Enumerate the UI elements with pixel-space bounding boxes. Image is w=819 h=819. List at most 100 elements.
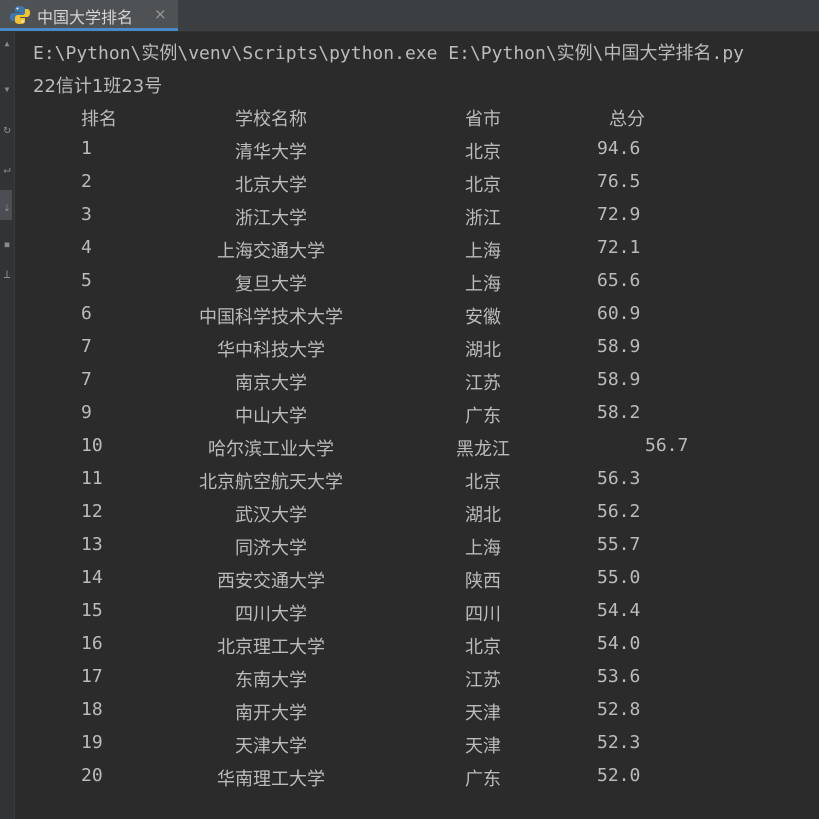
row-score: 52.8 xyxy=(597,699,641,720)
scroll-to-end-icon[interactable]: ⇣ xyxy=(0,200,14,214)
tab-run-output[interactable]: 中国大学排名 × xyxy=(0,0,178,31)
row-school-name: 西安交通大学 xyxy=(217,571,325,592)
row-school-name: 南开大学 xyxy=(235,703,307,724)
row-school-name: 中国科学技术大学 xyxy=(199,307,343,328)
scroll-down-icon[interactable]: ▾ xyxy=(0,82,14,96)
header-rank: 排名 xyxy=(81,109,117,130)
row-school-name: 南京大学 xyxy=(235,373,307,394)
row-rank: 15 xyxy=(81,600,103,621)
row-score: 56.2 xyxy=(597,501,641,522)
row-school-name: 四川大学 xyxy=(235,604,307,625)
header-score: 总分 xyxy=(609,109,645,130)
row-school-name: 东南大学 xyxy=(235,670,307,691)
row-province: 天津 xyxy=(465,736,501,757)
row-rank: 9 xyxy=(81,402,92,423)
row-school-name: 北京大学 xyxy=(235,175,307,196)
row-province: 广东 xyxy=(465,769,501,790)
row-score: 56.7 xyxy=(645,435,689,456)
tab-title: 中国大学排名 xyxy=(37,8,134,27)
row-score: 94.6 xyxy=(597,138,641,159)
row-province: 陕西 xyxy=(465,571,501,592)
close-icon[interactable]: × xyxy=(154,5,167,23)
row-province: 北京 xyxy=(465,637,501,658)
row-province: 江苏 xyxy=(465,373,501,394)
soft-wrap-icon[interactable]: ↵ xyxy=(0,162,14,176)
row-school-name: 清华大学 xyxy=(235,142,307,163)
row-rank: 2 xyxy=(81,171,92,192)
row-province: 北京 xyxy=(465,472,501,493)
row-province: 北京 xyxy=(465,175,501,196)
row-score: 60.9 xyxy=(597,303,641,324)
row-school-name: 华南理工大学 xyxy=(217,769,325,790)
row-rank: 16 xyxy=(81,633,103,654)
row-province: 安徽 xyxy=(465,307,501,328)
row-province: 湖北 xyxy=(465,340,501,361)
row-score: 52.3 xyxy=(597,732,641,753)
row-rank: 7 xyxy=(81,336,92,357)
row-rank: 18 xyxy=(81,699,103,720)
row-rank: 12 xyxy=(81,501,103,522)
row-province: 天津 xyxy=(465,703,501,724)
row-school-name: 同济大学 xyxy=(235,538,307,559)
row-school-name: 北京航空航天大学 xyxy=(199,472,343,493)
row-province: 上海 xyxy=(465,538,501,559)
row-school-name: 华中科技大学 xyxy=(217,340,325,361)
row-province: 上海 xyxy=(465,274,501,295)
row-rank: 17 xyxy=(81,666,103,687)
row-province: 北京 xyxy=(465,142,501,163)
row-rank: 4 xyxy=(81,237,92,258)
row-score: 65.6 xyxy=(597,270,641,291)
python-icon xyxy=(10,6,30,24)
row-rank: 14 xyxy=(81,567,103,588)
command-line: E:\Python\实例\venv\Scripts\python.exe E:\… xyxy=(33,43,745,64)
row-rank: 13 xyxy=(81,534,103,555)
row-rank: 11 xyxy=(81,468,103,489)
row-score: 72.1 xyxy=(597,237,641,258)
row-province: 湖北 xyxy=(465,505,501,526)
row-score: 58.2 xyxy=(597,402,641,423)
row-rank: 6 xyxy=(81,303,92,324)
row-school-name: 武汉大学 xyxy=(235,505,307,526)
row-school-name: 哈尔滨工业大学 xyxy=(208,439,334,460)
row-score: 58.9 xyxy=(597,336,641,357)
row-score: 72.9 xyxy=(597,204,641,225)
row-rank: 7 xyxy=(81,369,92,390)
row-school-name: 浙江大学 xyxy=(235,208,307,229)
row-score: 54.0 xyxy=(597,633,641,654)
row-score: 55.0 xyxy=(597,567,641,588)
header-school-name: 学校名称 xyxy=(235,109,307,130)
print-icon[interactable]: ▪ xyxy=(0,237,14,251)
row-rank: 3 xyxy=(81,204,92,225)
row-school-name: 北京理工大学 xyxy=(217,637,325,658)
row-rank: 5 xyxy=(81,270,92,291)
row-province: 上海 xyxy=(465,241,501,262)
row-school-name: 中山大学 xyxy=(235,406,307,427)
row-province: 黑龙江 xyxy=(456,439,510,460)
row-rank: 20 xyxy=(81,765,103,786)
row-score: 55.7 xyxy=(597,534,641,555)
row-rank: 10 xyxy=(81,435,103,456)
row-score: 52.0 xyxy=(597,765,641,786)
row-province: 广东 xyxy=(465,406,501,427)
row-province: 浙江 xyxy=(465,208,501,229)
row-rank: 1 xyxy=(81,138,92,159)
ide-window: 中国大学排名 × ▴ ▾ ↻ ↵ ⇣ ▪ ⊥ E:\Python\实例\venv… xyxy=(0,0,819,819)
header-province: 省市 xyxy=(465,109,501,130)
left-tool-gutter: ▴ ▾ ↻ ↵ ⇣ ▪ ⊥ xyxy=(0,32,15,819)
rerun-icon[interactable]: ↻ xyxy=(0,122,14,136)
row-score: 76.5 xyxy=(597,171,641,192)
active-tab-indicator xyxy=(0,28,178,31)
scroll-up-icon[interactable]: ▴ xyxy=(0,36,14,50)
row-province: 江苏 xyxy=(465,670,501,691)
row-score: 58.9 xyxy=(597,369,641,390)
pin-icon[interactable]: ⊥ xyxy=(0,267,14,281)
editor-tab-bar: 中国大学排名 × xyxy=(0,0,819,32)
row-score: 56.3 xyxy=(597,468,641,489)
author-line: 22信计1班23号 xyxy=(33,76,163,97)
row-score: 53.6 xyxy=(597,666,641,687)
row-school-name: 天津大学 xyxy=(235,736,307,757)
row-score: 54.4 xyxy=(597,600,641,621)
row-school-name: 上海交通大学 xyxy=(217,241,325,262)
row-province: 四川 xyxy=(465,604,501,625)
row-rank: 19 xyxy=(81,732,103,753)
